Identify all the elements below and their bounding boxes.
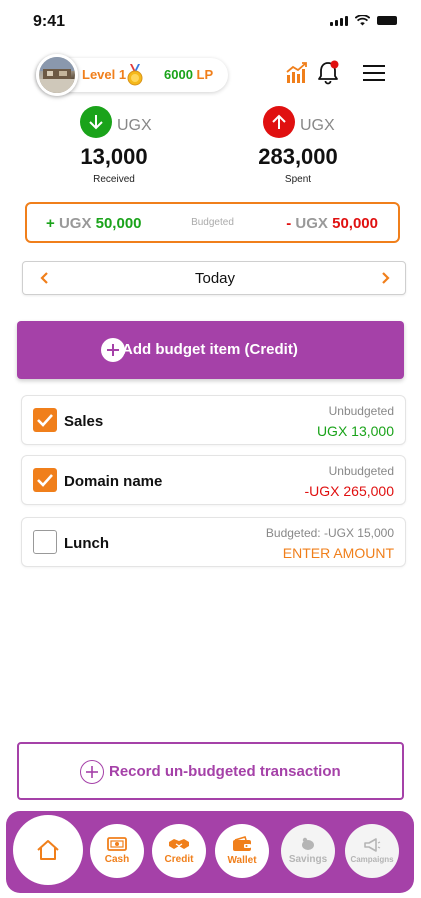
item-status: Unbudgeted (328, 464, 394, 478)
item-name: Sales (64, 413, 104, 430)
budget-summary-bar: + UGX 50,000 Budgeted - UGX 50,000 (25, 202, 400, 243)
item-status: Unbudgeted (328, 404, 394, 418)
budget-expense-currency: UGX (295, 215, 328, 232)
add-budget-item-label: Add budget item (Credit) (122, 341, 298, 358)
nav-credit-label: Credit (164, 854, 194, 865)
check-icon (37, 414, 53, 427)
avatar-photo (39, 57, 75, 93)
battery-icon (377, 16, 397, 25)
date-navigator: Today (22, 261, 406, 295)
spent-currency: UGX (300, 117, 335, 134)
list-item[interactable]: Sales Unbudgeted UGX 13,000 (21, 395, 406, 445)
bottom-nav: Cash Credit Wallet Savings Campaigns (6, 811, 414, 893)
budget-expense: - UGX 50,000 (286, 215, 378, 232)
points-value: 6000 (164, 67, 193, 82)
nav-credit[interactable]: Credit (152, 824, 206, 878)
item-name: Domain name (64, 473, 163, 490)
record-unbudgeted-label: Record un-budgeted transaction (109, 763, 341, 780)
item-amount[interactable]: UGX 13,000 (317, 423, 394, 439)
item-status: Budgeted: -UGX 15,000 (265, 526, 394, 540)
nav-wallet-label: Wallet (227, 855, 257, 866)
header: Level 1 6000 LP (0, 52, 421, 98)
bell-icon[interactable] (316, 60, 340, 86)
plus-circle-icon (80, 760, 104, 784)
item-name: Lunch (64, 535, 109, 552)
budget-expense-amount: 50,000 (332, 215, 378, 232)
check-icon (37, 474, 53, 487)
enter-amount-link[interactable]: ENTER AMOUNT (283, 545, 394, 561)
chevron-right-icon[interactable] (377, 270, 393, 286)
cash-icon (107, 837, 127, 851)
menu-icon[interactable] (363, 64, 385, 82)
nav-wallet[interactable]: Wallet (215, 824, 269, 878)
signal-icon (330, 15, 348, 26)
points-unit: LP (196, 67, 214, 82)
status-icons (330, 15, 397, 26)
received-summary: UGX 13,000 Received (34, 106, 194, 188)
spent-label: Spent (284, 174, 312, 185)
level-label: Level 1 (82, 67, 127, 82)
checkbox-checked[interactable] (33, 468, 57, 492)
nav-cash[interactable]: Cash (90, 824, 144, 878)
handshake-icon (169, 839, 189, 849)
spent-amount: 283,000 (258, 144, 338, 169)
piggy-bank-icon (302, 837, 314, 850)
status-bar: 9:41 (0, 0, 421, 44)
home-icon (37, 840, 59, 860)
list-item[interactable]: Lunch Budgeted: -UGX 15,000 ENTER AMOUNT (21, 517, 406, 567)
nav-campaigns-label: Campaigns (350, 855, 394, 864)
checkbox-checked[interactable] (33, 408, 57, 432)
medal-icon (127, 64, 143, 86)
nav-campaigns[interactable]: Campaigns (345, 824, 399, 878)
avatar[interactable] (36, 54, 78, 96)
wifi-icon (355, 15, 370, 26)
date-label: Today (194, 270, 236, 287)
arrow-down-icon (80, 106, 112, 138)
nav-savings-label: Savings (288, 854, 328, 865)
checkbox-unchecked[interactable] (33, 530, 57, 554)
profile-pill[interactable]: Level 1 6000 LP (36, 54, 228, 96)
points-display: 6000 LP (164, 67, 213, 82)
budget-expense-sign: - (286, 215, 292, 232)
chart-icon[interactable] (286, 62, 308, 84)
spent-summary: UGX 283,000 Spent (218, 106, 378, 188)
record-unbudgeted-button[interactable]: Record un-budgeted transaction (17, 742, 404, 800)
item-amount[interactable]: -UGX 265,000 (305, 483, 395, 499)
add-budget-item-button[interactable]: Add budget item (Credit) (17, 321, 404, 379)
list-item[interactable]: Domain name Unbudgeted -UGX 265,000 (21, 455, 406, 505)
nav-cash-label: Cash (104, 854, 130, 865)
arrow-up-icon (263, 106, 295, 138)
received-amount: 13,000 (80, 144, 148, 169)
megaphone-icon (364, 838, 381, 852)
received-currency: UGX (117, 117, 152, 134)
nav-savings[interactable]: Savings (281, 824, 335, 878)
nav-home[interactable] (13, 815, 83, 885)
wallet-icon (233, 836, 251, 851)
status-time: 9:41 (33, 13, 66, 30)
received-label: Received (93, 174, 135, 185)
